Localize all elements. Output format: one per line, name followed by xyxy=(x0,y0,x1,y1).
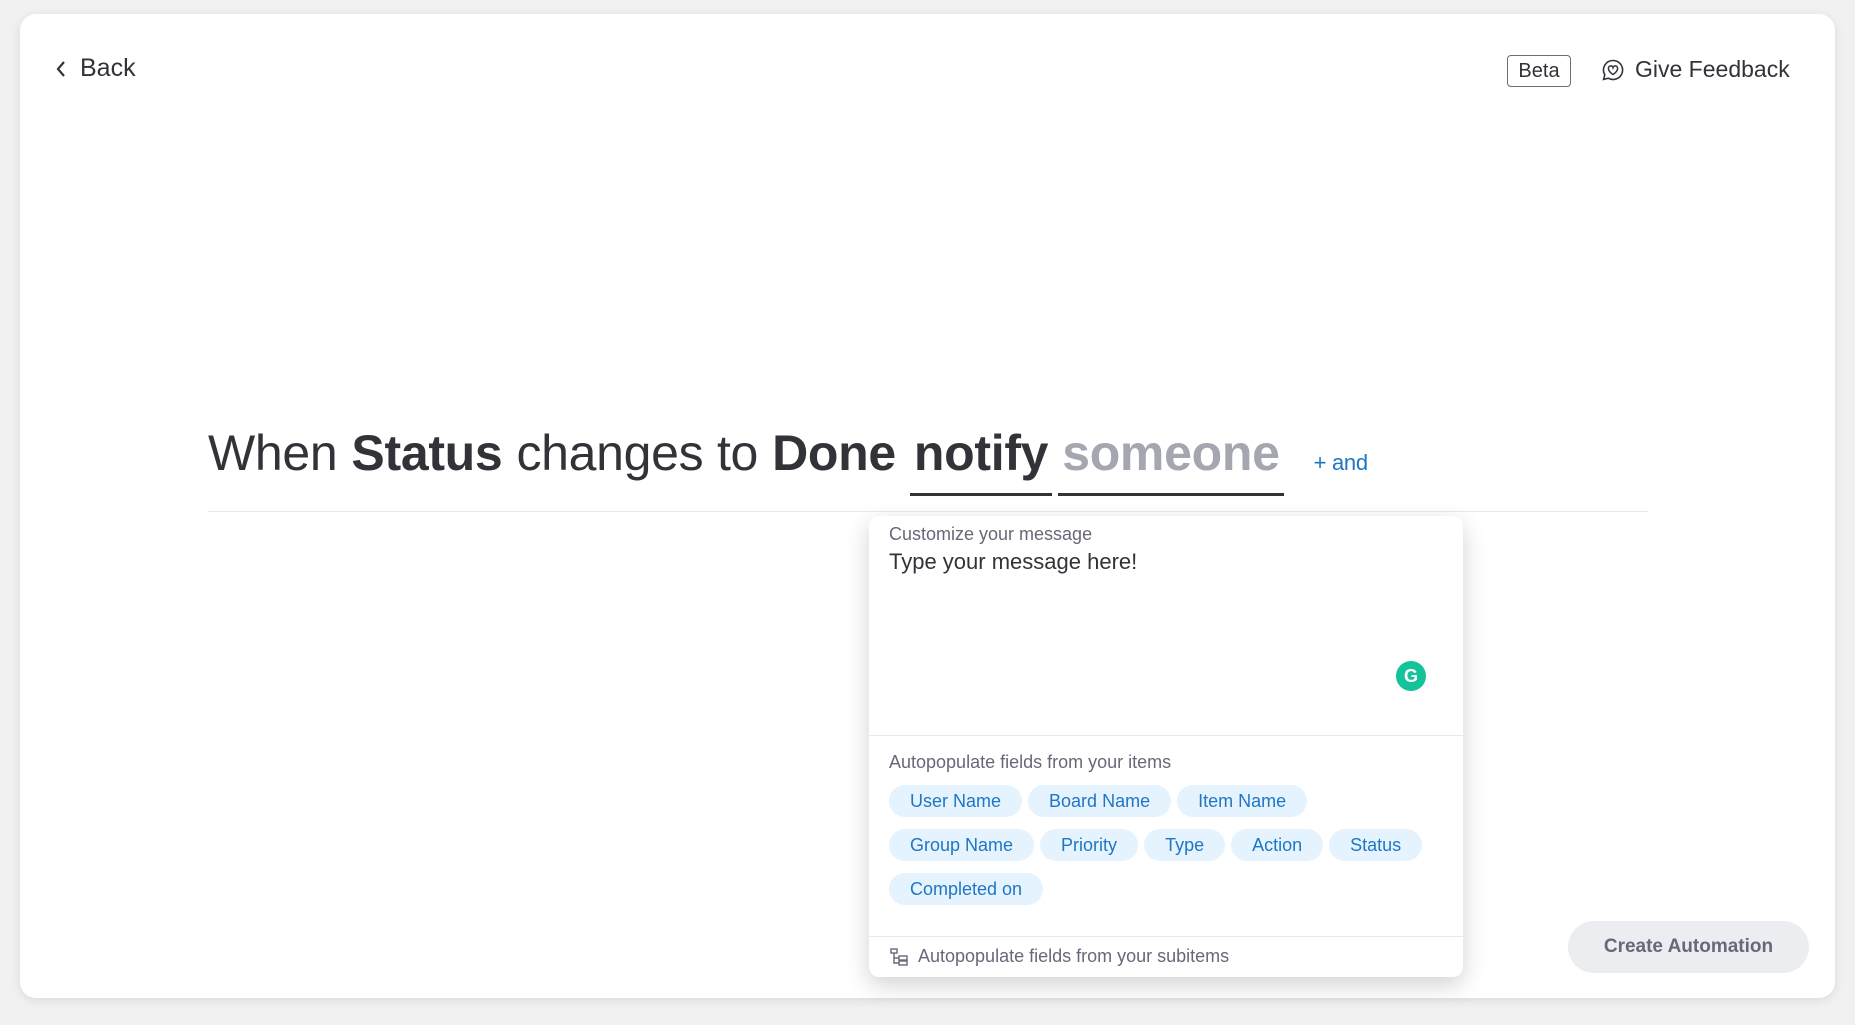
chip-completed-on[interactable]: Completed on xyxy=(889,873,1044,905)
back-button[interactable]: Back xyxy=(54,54,136,83)
create-automation-button[interactable]: Create Automation xyxy=(1568,921,1809,973)
action-notify[interactable]: notify xyxy=(909,424,1053,496)
recipient-someone[interactable]: someone xyxy=(1058,424,1285,496)
beta-badge: Beta xyxy=(1507,55,1571,87)
trigger-column-status[interactable]: Status xyxy=(351,424,502,482)
chip-item-name[interactable]: Item Name xyxy=(1177,785,1308,817)
message-input[interactable] xyxy=(889,549,1389,575)
popup-divider xyxy=(869,735,1463,736)
subitems-label: Autopopulate fields from your subitems xyxy=(918,946,1230,966)
subitems-tree-icon xyxy=(890,947,908,966)
chevron-left-icon xyxy=(56,60,65,77)
back-label: Back xyxy=(80,54,136,82)
chip-status[interactable]: Status xyxy=(1329,829,1423,861)
message-customization-popup: Customize your message G Autopopulate fi… xyxy=(869,516,1463,977)
chip-action[interactable]: Action xyxy=(1231,829,1324,861)
trigger-value-done[interactable]: Done xyxy=(772,424,896,482)
popup-divider xyxy=(869,936,1463,937)
autopopulate-chips: User Name Board Name Item Name Group Nam… xyxy=(889,785,1449,905)
grammarly-icon[interactable]: G xyxy=(1396,661,1426,691)
chip-priority[interactable]: Priority xyxy=(1040,829,1139,861)
add-condition-link[interactable]: + and xyxy=(1314,450,1368,476)
automation-card: Back Beta Give Feedback When Status chan… xyxy=(20,14,1835,998)
customize-message-label: Customize your message xyxy=(889,524,1093,544)
chip-group-name[interactable]: Group Name xyxy=(889,829,1035,861)
feedback-label: Give Feedback xyxy=(1635,56,1790,82)
autopopulate-subitems-button[interactable]: Autopopulate fields from your subitems xyxy=(889,946,1229,967)
automation-sentence: When Status changes to Done notify someo… xyxy=(208,424,1648,504)
feedback-heart-icon xyxy=(1602,59,1624,81)
chip-board-name[interactable]: Board Name xyxy=(1028,785,1172,817)
chip-type[interactable]: Type xyxy=(1144,829,1226,861)
sentence-divider xyxy=(208,511,1648,512)
give-feedback-button[interactable]: Give Feedback xyxy=(1601,56,1790,83)
sentence-changes-to: changes to xyxy=(516,425,759,481)
sentence-when: When xyxy=(208,425,338,481)
autopopulate-items-label: Autopopulate fields from your items xyxy=(889,752,1172,772)
chip-user-name[interactable]: User Name xyxy=(889,785,1023,817)
